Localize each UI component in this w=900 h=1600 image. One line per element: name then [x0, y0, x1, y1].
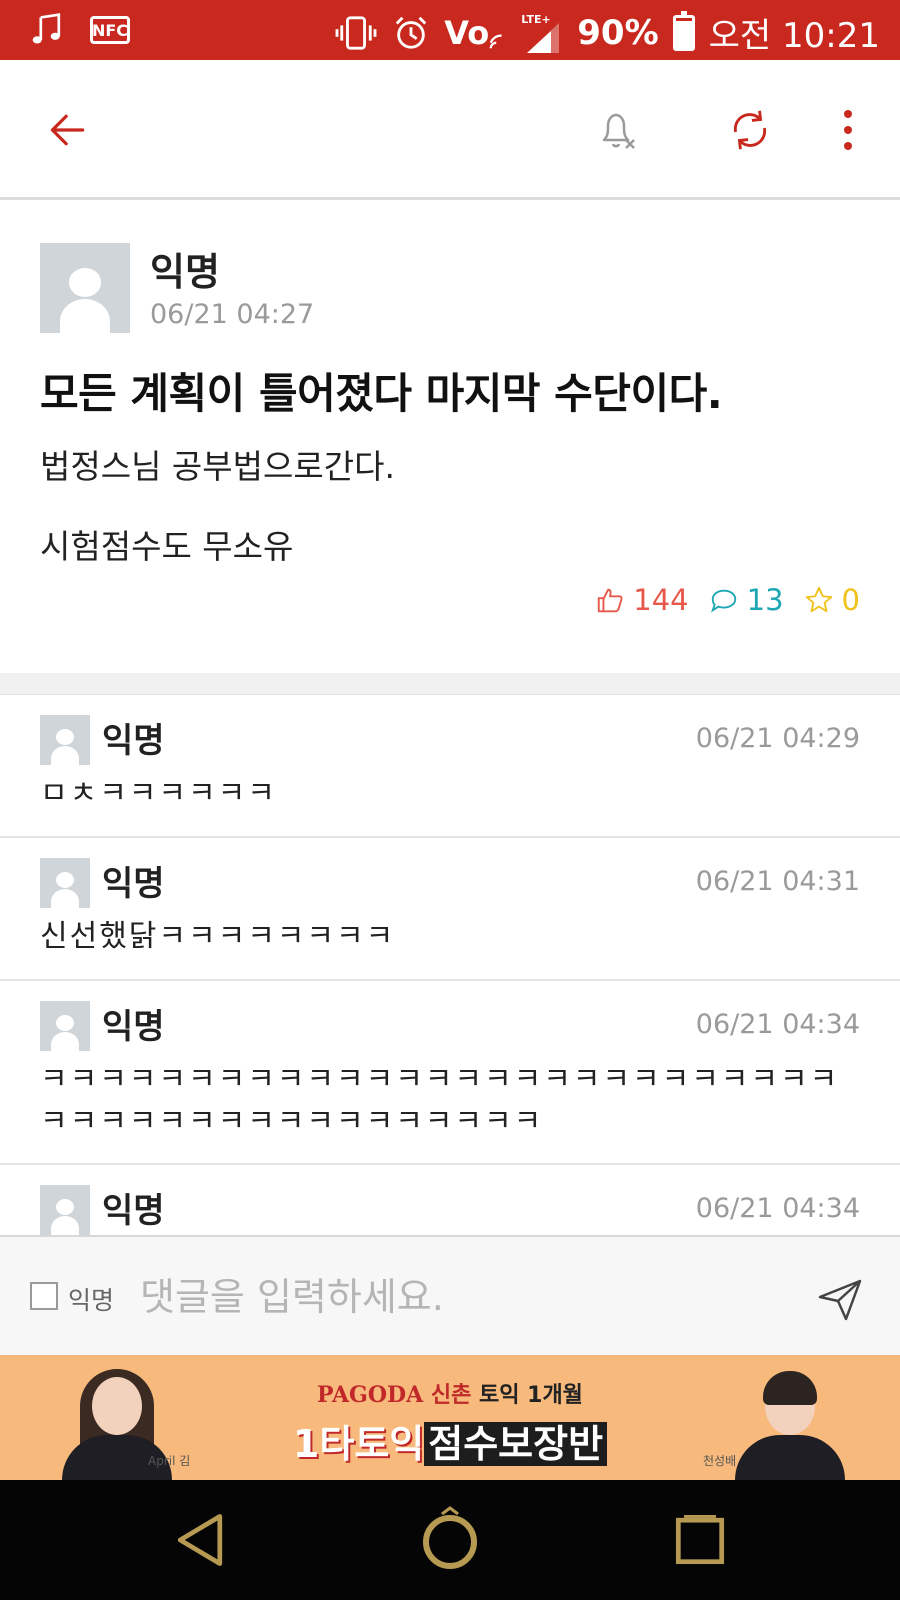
- post-time: 06/21 04:27: [150, 299, 315, 330]
- comment-item: 익명 06/21 04:29 ㅁㅊㅋㅋㅋㅋㅋㅋ: [0, 695, 900, 838]
- scrap-stat[interactable]: 0: [804, 583, 860, 617]
- ad-headline: 1타토익 점수보장반: [0, 1413, 900, 1468]
- comment-input-bar: 익명: [0, 1235, 900, 1355]
- section-divider: [0, 673, 900, 695]
- ad-brand: PAGODA: [317, 1382, 424, 1408]
- more-vertical-icon: [844, 110, 852, 150]
- post-author: 익명: [150, 250, 220, 294]
- alarm-icon: [395, 16, 427, 49]
- refresh-icon: [733, 110, 767, 150]
- post-author-avatar: [40, 243, 130, 333]
- volte-wave-icon: [489, 33, 502, 48]
- send-icon: [818, 1279, 862, 1321]
- comment-author: 익명: [102, 1007, 165, 1047]
- anonymous-label: 익명: [68, 1286, 115, 1315]
- comment-avatar: [40, 858, 90, 908]
- star-icon: [805, 586, 832, 613]
- volte-icon: Vo: [444, 14, 507, 52]
- comment-time: 06/21 04:34: [695, 1193, 860, 1224]
- lte-signal-icon: LTE+: [521, 13, 563, 53]
- navigation-bar: [0, 1480, 900, 1600]
- back-button[interactable]: [38, 100, 98, 160]
- nav-back-button[interactable]: [158, 1498, 242, 1582]
- comment-text: ㅁㅊㅋㅋㅋㅋㅋㅋ: [40, 776, 277, 811]
- comment-item: 익명 06/21 04:34: [0, 1165, 900, 1235]
- nav-home-icon: [423, 1506, 477, 1569]
- post: 익명 06/21 04:27 모든 계획이 틀어졌다 마지막 수단이다. 법정스…: [0, 203, 900, 673]
- post-title: 모든 계획이 틀어졌다 마지막 수단이다.: [40, 369, 723, 418]
- battery-percent: 90%: [577, 12, 659, 53]
- ad-subtitle: PAGODA 신촌 토익 1개월: [0, 1377, 900, 1409]
- scrap-count: 0: [841, 583, 860, 617]
- comment-avatar: [40, 1185, 90, 1235]
- back-arrow-icon: [50, 114, 85, 146]
- more-options-button[interactable]: [818, 100, 878, 160]
- ad-course: 토익 1개월: [479, 1383, 583, 1408]
- notification-off-icon: [602, 113, 635, 149]
- comment-time: 06/21 04:29: [695, 723, 860, 754]
- post-body-line: 법정스님 공부법으로간다.: [40, 447, 395, 486]
- send-button[interactable]: [810, 1269, 870, 1329]
- comment-item: 익명 06/21 04:31 신선했닭ㅋㅋㅋㅋㅋㅋㅋㅋ: [0, 838, 900, 981]
- ad-banner[interactable]: April 김 천성배 PAGODA 신촌 토익 1개월 1타토익 점수보장반: [0, 1355, 900, 1480]
- comment-author: 익명: [102, 721, 165, 761]
- clock: 오전 10:21: [708, 16, 880, 56]
- ad-headline-part1: 1타토익: [292, 1422, 425, 1466]
- post-body-line: 시험점수도 무소유: [40, 527, 294, 566]
- comment-time: 06/21 04:34: [695, 1009, 860, 1040]
- ad-location: 신촌: [430, 1383, 472, 1408]
- speech-bubble-icon: [710, 589, 736, 613]
- comment-list: 익명 06/21 04:29 ㅁㅊㅋㅋㅋㅋㅋㅋ 익명 06/21 04:31 신…: [0, 695, 900, 1235]
- status-left-icons: NFC: [28, 12, 130, 48]
- comment-author: 익명: [102, 864, 165, 904]
- nav-recents-icon: [675, 1515, 725, 1565]
- music-note-icon: [32, 13, 61, 44]
- ad-headline-part2: 점수보장반: [424, 1422, 608, 1466]
- like-count: 144: [633, 583, 689, 617]
- comment-text: 신선했닭ㅋㅋㅋㅋㅋㅋㅋㅋ: [40, 919, 396, 954]
- nfc-icon: NFC: [90, 16, 130, 44]
- nav-back-icon: [177, 1514, 223, 1566]
- battery-fill: [675, 20, 692, 48]
- refresh-button[interactable]: [720, 100, 780, 160]
- status-bar: NFC Vo LTE+ 90% 오전 10:21: [0, 0, 900, 60]
- nav-recents-button[interactable]: [658, 1498, 742, 1582]
- status-right-icons: Vo LTE+ 90% 오전 10:21: [334, 8, 880, 57]
- toolbar: [0, 60, 900, 200]
- comment-author: 익명: [102, 1191, 165, 1231]
- comment-count: 13: [746, 583, 784, 617]
- vibrate-icon: [335, 15, 377, 50]
- thumbs-up-icon: [598, 588, 623, 613]
- comment-input[interactable]: [140, 1267, 780, 1327]
- comment-time: 06/21 04:31: [695, 866, 860, 897]
- post-stats: 144 13 0: [595, 583, 860, 617]
- anonymous-checkbox[interactable]: [30, 1282, 58, 1310]
- comment-avatar: [40, 715, 90, 765]
- comment-item: 익명 06/21 04:34 ㅋㅋㅋㅋㅋㅋㅋㅋㅋㅋㅋㅋㅋㅋㅋㅋㅋㅋㅋㅋㅋㅋㅋㅋㅋ…: [0, 981, 900, 1165]
- signal-bars-icon: [527, 22, 560, 53]
- comment-text: ㅋㅋㅋㅋㅋㅋㅋㅋㅋㅋㅋㅋㅋㅋㅋㅋㅋㅋㅋㅋㅋㅋㅋㅋㅋㅋㅋㅋㅋㅋㅋㅋㅋㅋㅋㅋㅋㅋㅋㅋ…: [40, 1062, 840, 1139]
- comment-avatar: [40, 1001, 90, 1051]
- battery-icon: [672, 10, 695, 51]
- notification-toggle-button[interactable]: [588, 100, 648, 160]
- comment-stat: 13: [709, 583, 784, 617]
- nav-home-button[interactable]: [408, 1498, 492, 1582]
- like-stat[interactable]: 144: [595, 583, 689, 617]
